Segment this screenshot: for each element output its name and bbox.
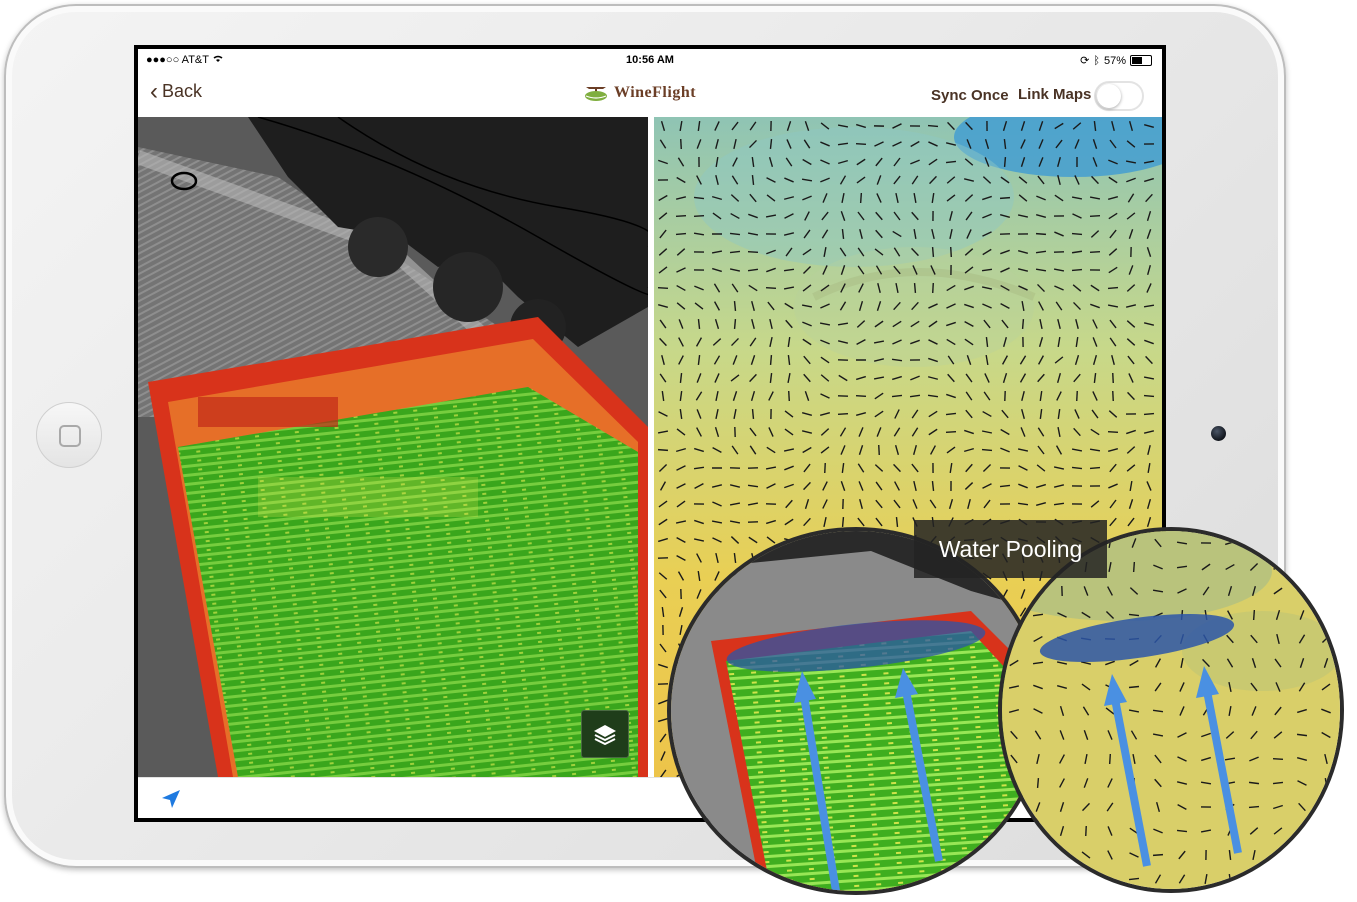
flow-arrow [1323, 562, 1329, 572]
flow-arrow [999, 196, 1011, 200]
flow-arrow [945, 431, 957, 433]
flow-arrow [1107, 286, 1119, 290]
flow-arrow [1322, 802, 1330, 812]
flow-arrow [1035, 232, 1047, 236]
flow-arrow [927, 124, 939, 128]
back-button[interactable]: ‹ Back [150, 77, 203, 105]
location-arrow-icon [162, 790, 180, 808]
flow-arrow [680, 138, 682, 150]
flow-arrow [1296, 829, 1308, 833]
flow-arrow [1112, 390, 1114, 402]
navigation-bar: ‹ Back WineFlight Sync Once Link Maps [138, 71, 1162, 117]
flow-arrow [1010, 874, 1018, 884]
flow-arrow [932, 282, 934, 294]
layers-icon [594, 725, 616, 745]
home-button[interactable] [36, 402, 102, 468]
flow-arrow [1274, 850, 1282, 860]
flow-arrow [1089, 215, 1101, 217]
flow-arrow [981, 448, 993, 452]
flow-arrow [765, 286, 777, 290]
flow-arrow [1057, 875, 1067, 883]
status-right: ⟳ ᛒ 57% [1080, 54, 1152, 67]
flow-arrow [1252, 609, 1256, 621]
ndvi-zoom-inset [667, 527, 1045, 895]
flow-arrow [1248, 805, 1260, 809]
flow-arrow [1012, 777, 1016, 789]
flow-arrow [859, 192, 863, 204]
app-logo: WineFlight [584, 83, 696, 103]
flow-arrow [1080, 876, 1092, 882]
layers-button[interactable] [581, 710, 629, 758]
flow-arrow [1112, 372, 1114, 384]
flow-arrow [1021, 318, 1025, 330]
flow-arrow [733, 300, 737, 312]
battery-percent: 57% [1103, 54, 1126, 67]
flow-arrow [1321, 875, 1331, 883]
flow-arrow [733, 318, 737, 330]
flow-arrow [855, 394, 867, 398]
flow-arrow [1320, 853, 1332, 857]
flow-arrow [931, 246, 935, 258]
flow-arrow [1324, 537, 1328, 549]
link-maps-label: Link Maps [1018, 86, 1092, 103]
flow-arrow [1143, 394, 1155, 398]
flow-arrow [1321, 612, 1331, 618]
flow-arrow [675, 232, 687, 236]
ndvi-map[interactable] [138, 117, 648, 777]
flow-arrow [693, 215, 705, 217]
flow-arrow [950, 246, 952, 258]
flow-arrow [769, 354, 773, 366]
bluetooth-icon: ᛒ [1093, 54, 1100, 67]
flow-arrow [1298, 874, 1306, 884]
flow-arrow [1089, 466, 1101, 470]
flow-arrow [1107, 430, 1119, 434]
flow-arrow [788, 390, 790, 402]
flow-arrow [1132, 561, 1136, 573]
flow-arrow [1108, 753, 1112, 765]
flow-arrow [913, 282, 917, 294]
flow-arrow [657, 448, 669, 452]
front-camera [1211, 426, 1226, 441]
flow-arrow [1297, 563, 1307, 571]
chevron-left-icon: ‹ [150, 77, 158, 105]
flow-arrow [837, 412, 849, 416]
flow-arrow [1275, 874, 1281, 884]
flow-arrow [1320, 589, 1332, 593]
flow-arrow [1143, 412, 1155, 416]
flow-arrow [657, 287, 669, 289]
flow-zoom-inset [998, 527, 1344, 893]
flow-arrow [1032, 877, 1044, 881]
flow-arrow [1272, 757, 1284, 761]
app-name: WineFlight [614, 84, 697, 101]
flow-arrow [1036, 777, 1040, 789]
flow-arrow [1003, 156, 1007, 168]
flow-arrow [1089, 250, 1101, 254]
sync-once-button[interactable]: Sync Once [931, 87, 1009, 104]
flow-arrow [1152, 853, 1164, 857]
flow-arrow [1076, 390, 1078, 402]
vineyard-logo-icon [585, 87, 607, 101]
flow-arrow [1298, 850, 1306, 860]
flow-arrow [1071, 232, 1083, 236]
battery-icon [1130, 55, 1152, 66]
location-button[interactable] [160, 788, 182, 815]
flow-arrow [1296, 589, 1308, 593]
flow-arrow [747, 251, 759, 253]
flow-arrow [751, 408, 755, 420]
flow-arrow [1071, 268, 1083, 272]
flow-arrow [1322, 826, 1330, 836]
flow-arrow [1297, 540, 1307, 546]
flow-arrow [855, 142, 867, 146]
link-maps-toggle[interactable] [1094, 81, 1144, 111]
clock: 10:56 AM [626, 54, 674, 66]
water-pooling-callout: Water Pooling [914, 520, 1107, 578]
flow-arrow [675, 215, 687, 217]
flow-arrow [841, 516, 845, 528]
status-bar: ●●●○○ AT&T 10:56 AM ⟳ ᛒ 57% [138, 49, 1162, 71]
rotation-lock-icon: ⟳ [1080, 55, 1090, 67]
flow-arrow [1251, 874, 1257, 884]
back-label: Back [162, 81, 203, 101]
flow-arrow [878, 444, 880, 456]
